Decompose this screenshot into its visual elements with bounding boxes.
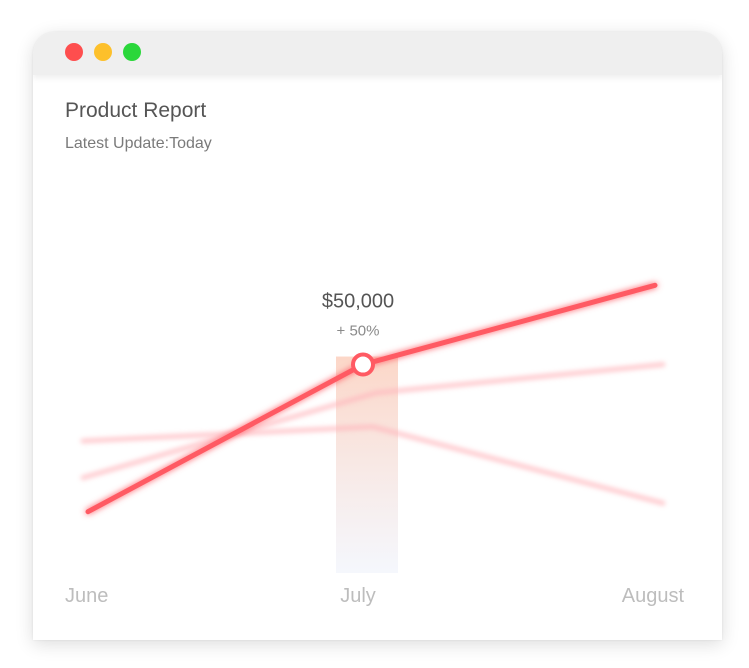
x-tick-label: July [340,585,376,607]
x-tick-label: June [65,585,108,607]
highlight-value-label: $50,000 [322,291,394,313]
report-window: Product Report Latest Update:Today $50,0… [33,32,722,640]
highlight-band [336,356,398,573]
x-tick-label: August [622,585,685,607]
highlight-change-label: + 50% [337,323,380,340]
highlight-point-marker[interactable] [351,352,375,377]
product-line-chart: $50,000 + 50% June July August [65,282,684,607]
x-axis: June July August [65,585,684,607]
